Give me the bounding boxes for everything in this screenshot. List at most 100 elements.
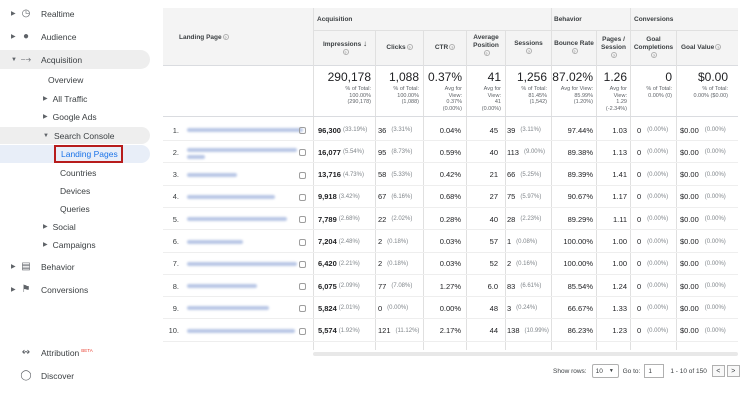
col-header-bounce-rate[interactable]: Bounce Rate? — [552, 40, 596, 56]
nav-item-acquisition[interactable]: ▼ ⤍ Acquisition — [0, 50, 150, 69]
cell-percent: (2.01%) — [338, 305, 360, 312]
cell-percent: (11.12%) — [395, 327, 420, 334]
landing-page-link[interactable] — [187, 194, 275, 199]
open-link-icon[interactable] — [299, 305, 306, 313]
nav-item-audience[interactable]: ▶ ● Audience — [0, 27, 150, 46]
total-detail: View: — [487, 92, 501, 99]
total-detail: (290,178) — [347, 99, 371, 105]
nav-item-search-console[interactable]: ▼ Search Console — [43, 127, 114, 144]
help-icon[interactable]: ? — [715, 44, 722, 51]
cell-imp: 96,300 (33.19%) — [315, 119, 372, 141]
open-link-icon[interactable] — [299, 283, 306, 291]
cell-pos: 52 — [467, 253, 498, 275]
help-icon[interactable]: ? — [483, 50, 490, 57]
cell-value: 16,077 — [318, 147, 341, 157]
landing-page-link[interactable] — [187, 306, 269, 311]
help-icon[interactable]: ? — [342, 49, 349, 56]
table-row[interactable]: 7. 6,420 (2.21%) 2 (0.18%) 0.03% 52 2 (0.16%) 100… — [163, 253, 738, 275]
open-link-icon[interactable] — [299, 127, 306, 134]
help-icon[interactable]: ? — [526, 48, 532, 55]
open-link-icon[interactable] — [299, 260, 306, 268]
open-link-icon[interactable] — [299, 327, 306, 335]
table-row[interactable]: 5. 7,789 (2.68%) 22 (2.02%) 0.28% 40 28 (2.23%) 8… — [163, 208, 738, 231]
group-header-acquisition: Acquisition — [317, 16, 353, 23]
nav-item-queries[interactable]: Queries — [60, 200, 90, 217]
nav-item-landing-pages[interactable]: Landing Pages — [54, 145, 123, 163]
total-detail: View: — [613, 92, 627, 99]
help-icon[interactable]: ? — [651, 52, 657, 59]
landing-page-link[interactable] — [187, 172, 237, 177]
nav-item-attribution[interactable]: ↭ Attribution BETA — [0, 343, 150, 362]
landing-page-link[interactable] — [187, 328, 295, 333]
divider — [163, 116, 738, 117]
goto-input[interactable]: 1 — [644, 364, 665, 378]
table-row[interactable]: 9. 5,824 (2.01%) 0 (0.00%) 0.00% 48 3 (0.24%) 66.… — [163, 297, 738, 320]
divider — [313, 30, 738, 31]
col-header-label: Goal Value — [681, 44, 715, 51]
landing-page-link[interactable] — [187, 239, 243, 244]
landing-page-link[interactable] — [187, 261, 297, 266]
col-header-impressions[interactable]: Impressions ↓? — [315, 40, 375, 57]
horizontal-scrollbar[interactable] — [313, 352, 738, 356]
prev-page-button[interactable]: < — [711, 365, 725, 377]
row-number: 1. — [172, 125, 179, 135]
table-row[interactable]: 1. 96,300 (33.19%) 36 (3.31%) 0.04% 45 39 (3.11%… — [163, 119, 738, 141]
cell-ctr: 0.68% — [424, 186, 461, 208]
help-icon[interactable]: ? — [222, 34, 229, 41]
cell-ctr: 0.03% — [424, 231, 461, 253]
col-header-landing-page[interactable]: Landing Page? — [179, 34, 229, 42]
col-header-goal-completions[interactable]: Goal Completions? — [631, 36, 676, 60]
table-row[interactable]: 6. 7,204 (2.48%) 2 (0.18%) 0.03% 57 1 (0.08%) 100… — [163, 231, 738, 253]
table-row[interactable]: 2. 16,077 (5.54%) 95 (8.73%) 0.59% 40 113 (9.00%… — [163, 141, 738, 164]
open-link-icon[interactable] — [299, 149, 306, 157]
total-detail: (1.20%) — [573, 99, 593, 105]
cell-value: 2.17% — [439, 326, 461, 336]
cell-value: 1.00 — [612, 237, 627, 246]
col-header-goal-value[interactable]: Goal Value? — [677, 44, 738, 52]
nav-item-conversions[interactable]: ▶ ⚑ Conversions — [0, 280, 150, 299]
col-header-ctr[interactable]: CTR? — [424, 44, 466, 52]
nav-item-realtime[interactable]: ▶ ◷ Realtime — [0, 4, 150, 23]
next-page-button[interactable]: > — [726, 365, 740, 377]
table-row[interactable]: 10. 5,574 (1.92%) 121 (11.12%) 2.17% 44 138 (10.… — [163, 320, 738, 342]
cell-clicks: 2 (0.18%) — [378, 231, 422, 253]
cell-ctr: 0.03% — [424, 253, 461, 275]
open-link-icon[interactable] — [299, 238, 306, 246]
landing-page-link[interactable] — [187, 128, 303, 132]
help-icon[interactable]: ? — [611, 52, 617, 59]
cell-percent: (0.00%) — [647, 149, 669, 156]
landing-page-link[interactable] — [187, 284, 257, 289]
help-icon[interactable]: ? — [406, 44, 413, 51]
show-rows-select[interactable]: 10 ▼ — [591, 364, 619, 378]
open-link-icon[interactable] — [299, 171, 306, 179]
open-link-icon[interactable] — [299, 216, 306, 224]
landing-page-link[interactable] — [187, 217, 287, 222]
nav-item-campaigns[interactable]: ▶ Campaigns — [43, 236, 96, 253]
table-row[interactable]: 3. 13,716 (4.73%) 58 (5.33%) 0.42% 21 66 (5.25%)… — [163, 164, 738, 186]
nav-item-all-traffic[interactable]: ▶ All Traffic — [43, 90, 87, 107]
nav-label: Discover — [41, 370, 75, 381]
col-header-label: Completions — [633, 44, 674, 51]
table-row[interactable]: 8. 6,075 (2.09%) 77 (7.08%) 1.27% 6.0 83 (6.61%)… — [163, 275, 738, 298]
landing-page-link[interactable] — [187, 148, 297, 153]
col-header-clicks[interactable]: Clicks? — [376, 44, 423, 52]
help-icon[interactable]: ? — [571, 48, 578, 55]
open-link-icon[interactable] — [299, 193, 306, 201]
col-header-avg-position[interactable]: Average Position? — [467, 34, 505, 58]
cell-percent: (0.16%) — [516, 260, 538, 267]
nav-item-discover[interactable]: ◯ Discover — [0, 366, 150, 385]
table-row[interactable]: 4. 9,918 (3.42%) 67 (6.16%) 0.68% 27 75 (5.97%) 9… — [163, 186, 738, 208]
nav-item-overview[interactable]: Overview — [48, 71, 83, 88]
nav-item-countries[interactable]: Countries — [60, 164, 96, 181]
col-header-sessions[interactable]: Sessions? — [506, 40, 551, 56]
nav-item-google-ads[interactable]: ▶ Google Ads — [43, 108, 97, 125]
nav-item-devices[interactable]: Devices — [60, 182, 90, 199]
help-icon[interactable]: ? — [449, 44, 456, 51]
cell-goal: 0 (0.00%) — [637, 141, 675, 163]
cell-value: 85.54% — [567, 281, 593, 291]
col-header-pages-session[interactable]: Pages / Session? — [597, 36, 630, 60]
total-detail: % of Total: — [345, 86, 371, 92]
nav-item-behavior[interactable]: ▶ ▤ Behavior — [0, 257, 150, 276]
landing-page-link[interactable] — [187, 155, 205, 160]
nav-item-social[interactable]: ▶ Social — [43, 218, 76, 235]
